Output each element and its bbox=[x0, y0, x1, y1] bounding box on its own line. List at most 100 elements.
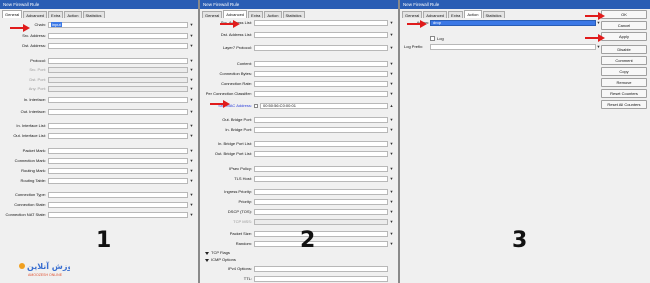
chevron-down-icon[interactable]: ▼ bbox=[389, 141, 394, 147]
chevron-down-icon[interactable]: ▼ bbox=[389, 189, 394, 195]
chevron-down-icon[interactable]: ▼ bbox=[389, 127, 394, 133]
tab-statistics[interactable]: Statistics bbox=[482, 11, 505, 18]
chevron-down-icon[interactable]: ▼ bbox=[189, 192, 194, 198]
field-input[interactable] bbox=[48, 212, 188, 218]
tab-action[interactable]: Action bbox=[64, 11, 82, 18]
tab-extra[interactable]: Extra bbox=[248, 11, 264, 18]
field-input[interactable] bbox=[48, 97, 188, 103]
field-input[interactable] bbox=[48, 109, 188, 115]
section-toggle[interactable]: TCP Flags bbox=[205, 250, 230, 256]
cancel-button[interactable]: Cancel bbox=[601, 21, 647, 30]
tab-general[interactable]: General bbox=[2, 10, 23, 18]
tab-general[interactable]: General bbox=[202, 11, 223, 18]
field-input[interactable] bbox=[48, 202, 188, 208]
apply-button[interactable]: Apply bbox=[601, 32, 647, 41]
field-input[interactable] bbox=[254, 141, 388, 147]
chevron-down-icon[interactable]: ▼ bbox=[189, 77, 194, 83]
chevron-down-icon[interactable]: ▼ bbox=[389, 32, 394, 38]
field-input[interactable] bbox=[48, 178, 188, 184]
field-input[interactable] bbox=[254, 71, 388, 77]
tab-statistics[interactable]: Statistics bbox=[82, 11, 105, 18]
tab-extra[interactable]: Extra bbox=[448, 11, 464, 18]
field-input[interactable] bbox=[254, 117, 388, 123]
comment-button[interactable]: Comment bbox=[601, 56, 647, 65]
field-input[interactable] bbox=[48, 192, 188, 198]
tab-action[interactable]: Action bbox=[464, 10, 482, 18]
field-input[interactable] bbox=[48, 58, 188, 64]
src-mac-input[interactable]: 00:50:56:C0:00:01 bbox=[260, 103, 388, 109]
chevron-down-icon[interactable]: ▼ bbox=[389, 219, 394, 225]
icmp-input[interactable] bbox=[254, 266, 388, 272]
copy-button[interactable]: Copy bbox=[601, 67, 647, 76]
chevron-down-icon[interactable]: ▼ bbox=[189, 97, 194, 103]
section-toggle[interactable]: ICMP Options bbox=[205, 257, 236, 263]
tab-advanced[interactable]: Advanced bbox=[223, 10, 248, 18]
reset-all-counters-button[interactable]: Reset All Counters bbox=[601, 100, 647, 109]
chain-select[interactable]: input bbox=[48, 22, 188, 28]
field-input[interactable] bbox=[254, 20, 388, 26]
chevron-down-icon[interactable]: ▼ bbox=[189, 67, 194, 73]
tab-extra[interactable]: Extra bbox=[48, 11, 64, 18]
chevron-down-icon[interactable]: ▼ bbox=[189, 148, 194, 154]
chevron-down-icon[interactable]: ▼ bbox=[189, 43, 194, 49]
field-input[interactable] bbox=[254, 81, 388, 87]
field-input[interactable] bbox=[254, 176, 388, 182]
field-input[interactable] bbox=[254, 61, 388, 67]
tab-advanced[interactable]: Advanced bbox=[423, 11, 448, 18]
chevron-down-icon[interactable]: ▼ bbox=[389, 71, 394, 77]
tab-action[interactable]: Action bbox=[264, 11, 282, 18]
ok-button[interactable]: OK bbox=[601, 10, 647, 19]
field-input[interactable] bbox=[48, 133, 188, 139]
field-input[interactable] bbox=[254, 151, 388, 157]
chevron-down-icon[interactable]: ▼ bbox=[189, 133, 194, 139]
chevron-down-icon[interactable]: ▼ bbox=[189, 22, 194, 28]
disable-button[interactable]: Disable bbox=[601, 45, 647, 54]
field-input[interactable] bbox=[254, 241, 388, 247]
field-input[interactable] bbox=[48, 168, 188, 174]
tab-statistics[interactable]: Statistics bbox=[282, 11, 305, 18]
chevron-down-icon[interactable]: ▼ bbox=[389, 81, 394, 87]
remove-button[interactable]: Remove bbox=[601, 78, 647, 87]
chevron-down-icon[interactable]: ▼ bbox=[389, 91, 394, 97]
field-input[interactable] bbox=[48, 77, 188, 83]
chevron-down-icon[interactable]: ▼ bbox=[389, 209, 394, 215]
chevron-down-icon[interactable]: ▼ bbox=[189, 86, 194, 92]
log-checkbox[interactable] bbox=[430, 36, 435, 41]
field-input[interactable] bbox=[48, 123, 188, 129]
field-input[interactable] bbox=[254, 219, 388, 225]
chevron-down-icon[interactable]: ▼ bbox=[389, 241, 394, 247]
field-input[interactable] bbox=[254, 166, 388, 172]
field-input[interactable] bbox=[254, 32, 388, 38]
chevron-down-icon[interactable]: ▼ bbox=[389, 231, 394, 237]
field-input[interactable] bbox=[48, 43, 188, 49]
chevron-down-icon[interactable]: ▼ bbox=[189, 212, 194, 218]
chevron-down-icon[interactable]: ▼ bbox=[389, 176, 394, 182]
chevron-down-icon[interactable]: ▼ bbox=[389, 20, 394, 26]
chevron-down-icon[interactable]: ▼ bbox=[189, 178, 194, 184]
tab-general[interactable]: General bbox=[402, 11, 423, 18]
field-input[interactable] bbox=[48, 33, 188, 39]
field-input[interactable] bbox=[254, 45, 388, 51]
ttl-input[interactable] bbox=[254, 276, 388, 282]
chevron-down-icon[interactable]: ▼ bbox=[389, 166, 394, 172]
field-input[interactable] bbox=[48, 148, 188, 154]
field-input[interactable] bbox=[254, 127, 388, 133]
field-input[interactable] bbox=[48, 86, 188, 92]
reset-counters-button[interactable]: Reset Counters bbox=[601, 89, 647, 98]
field-input[interactable] bbox=[48, 67, 188, 73]
chevron-down-icon[interactable]: ▼ bbox=[189, 109, 194, 115]
chevron-down-icon[interactable]: ▼ bbox=[389, 45, 394, 51]
field-input[interactable] bbox=[254, 189, 388, 195]
chevron-down-icon[interactable]: ▼ bbox=[189, 33, 194, 39]
chevron-down-icon[interactable]: ▼ bbox=[389, 61, 394, 67]
chevron-up-icon[interactable]: ▲ bbox=[389, 103, 394, 109]
chevron-down-icon[interactable]: ▼ bbox=[389, 117, 394, 123]
chevron-down-icon[interactable]: ▼ bbox=[189, 202, 194, 208]
invert-checkbox[interactable] bbox=[254, 104, 258, 108]
chevron-down-icon[interactable]: ▼ bbox=[189, 168, 194, 174]
field-input[interactable] bbox=[254, 91, 388, 97]
field-input[interactable] bbox=[48, 158, 188, 164]
log-prefix-input[interactable] bbox=[430, 44, 596, 50]
field-input[interactable] bbox=[254, 209, 388, 215]
field-input[interactable] bbox=[254, 231, 388, 237]
